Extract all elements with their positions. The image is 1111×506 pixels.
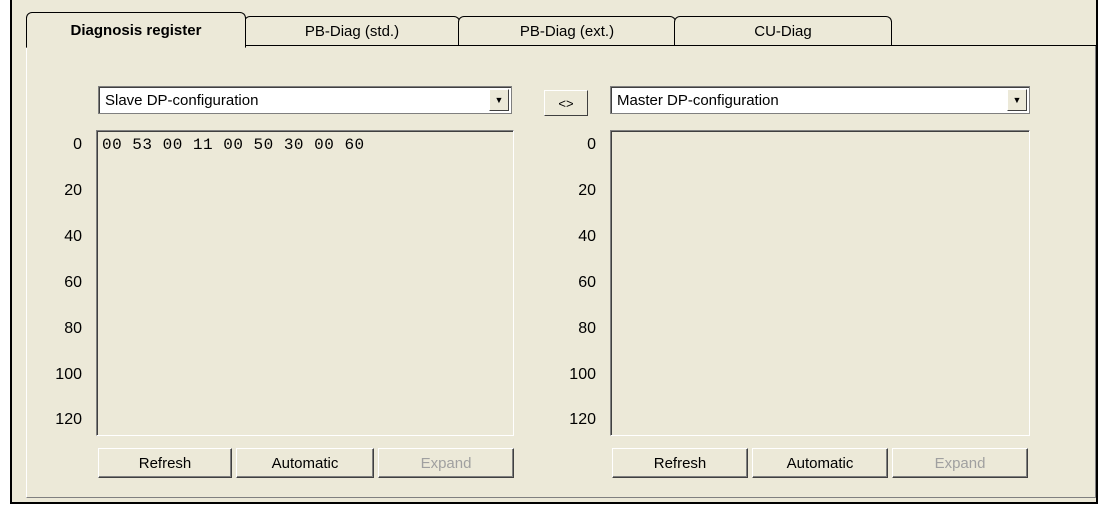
right-automatic-button[interactable]: Automatic (752, 448, 888, 478)
row-label: 0 (73, 136, 82, 153)
row-label: 120 (569, 411, 596, 428)
master-data-area[interactable] (610, 130, 1030, 436)
row-label: 40 (578, 228, 596, 245)
row-label: 40 (64, 228, 82, 245)
chevron-down-icon[interactable]: ▼ (489, 89, 509, 111)
slave-config-value: Slave DP-configuration (105, 92, 259, 109)
row-label: 0 (587, 136, 596, 153)
master-config-select[interactable]: Master DP-configuration ▼ (610, 86, 1030, 114)
row-label: 60 (578, 274, 596, 291)
tab-diagnosis-register[interactable]: Diagnosis register (26, 12, 246, 48)
master-config-value: Master DP-configuration (617, 92, 779, 109)
tab-pb-diag-ext[interactable]: PB-Diag (ext.) (458, 16, 676, 46)
row-label: 20 (578, 182, 596, 199)
right-expand-button[interactable]: Expand (892, 448, 1028, 478)
row-label: 100 (55, 366, 82, 383)
swap-button[interactable]: <> (544, 90, 588, 116)
slave-data-area[interactable]: 00 53 00 11 00 50 30 00 60 (96, 130, 514, 436)
hex-data: 00 53 00 11 00 50 30 00 60 (102, 136, 365, 154)
chevron-down-icon[interactable]: ▼ (1007, 89, 1027, 111)
left-automatic-button[interactable]: Automatic (236, 448, 374, 478)
row-label: 60 (64, 274, 82, 291)
row-label: 80 (64, 320, 82, 337)
row-label: 20 (64, 182, 82, 199)
slave-config-select[interactable]: Slave DP-configuration ▼ (98, 86, 512, 114)
tab-cu-diag[interactable]: CU-Diag (674, 16, 892, 46)
left-refresh-button[interactable]: Refresh (98, 448, 232, 478)
row-label: 80 (578, 320, 596, 337)
row-label: 120 (55, 411, 82, 428)
row-label: 100 (569, 366, 596, 383)
window-frame: Diagnosis register PB-Diag (std.) PB-Dia… (10, 0, 1098, 504)
tab-strip: Diagnosis register PB-Diag (std.) PB-Dia… (26, 12, 1096, 48)
right-refresh-button[interactable]: Refresh (612, 448, 748, 478)
left-expand-button[interactable]: Expand (378, 448, 514, 478)
tab-pb-diag-std[interactable]: PB-Diag (std.) (244, 16, 460, 46)
